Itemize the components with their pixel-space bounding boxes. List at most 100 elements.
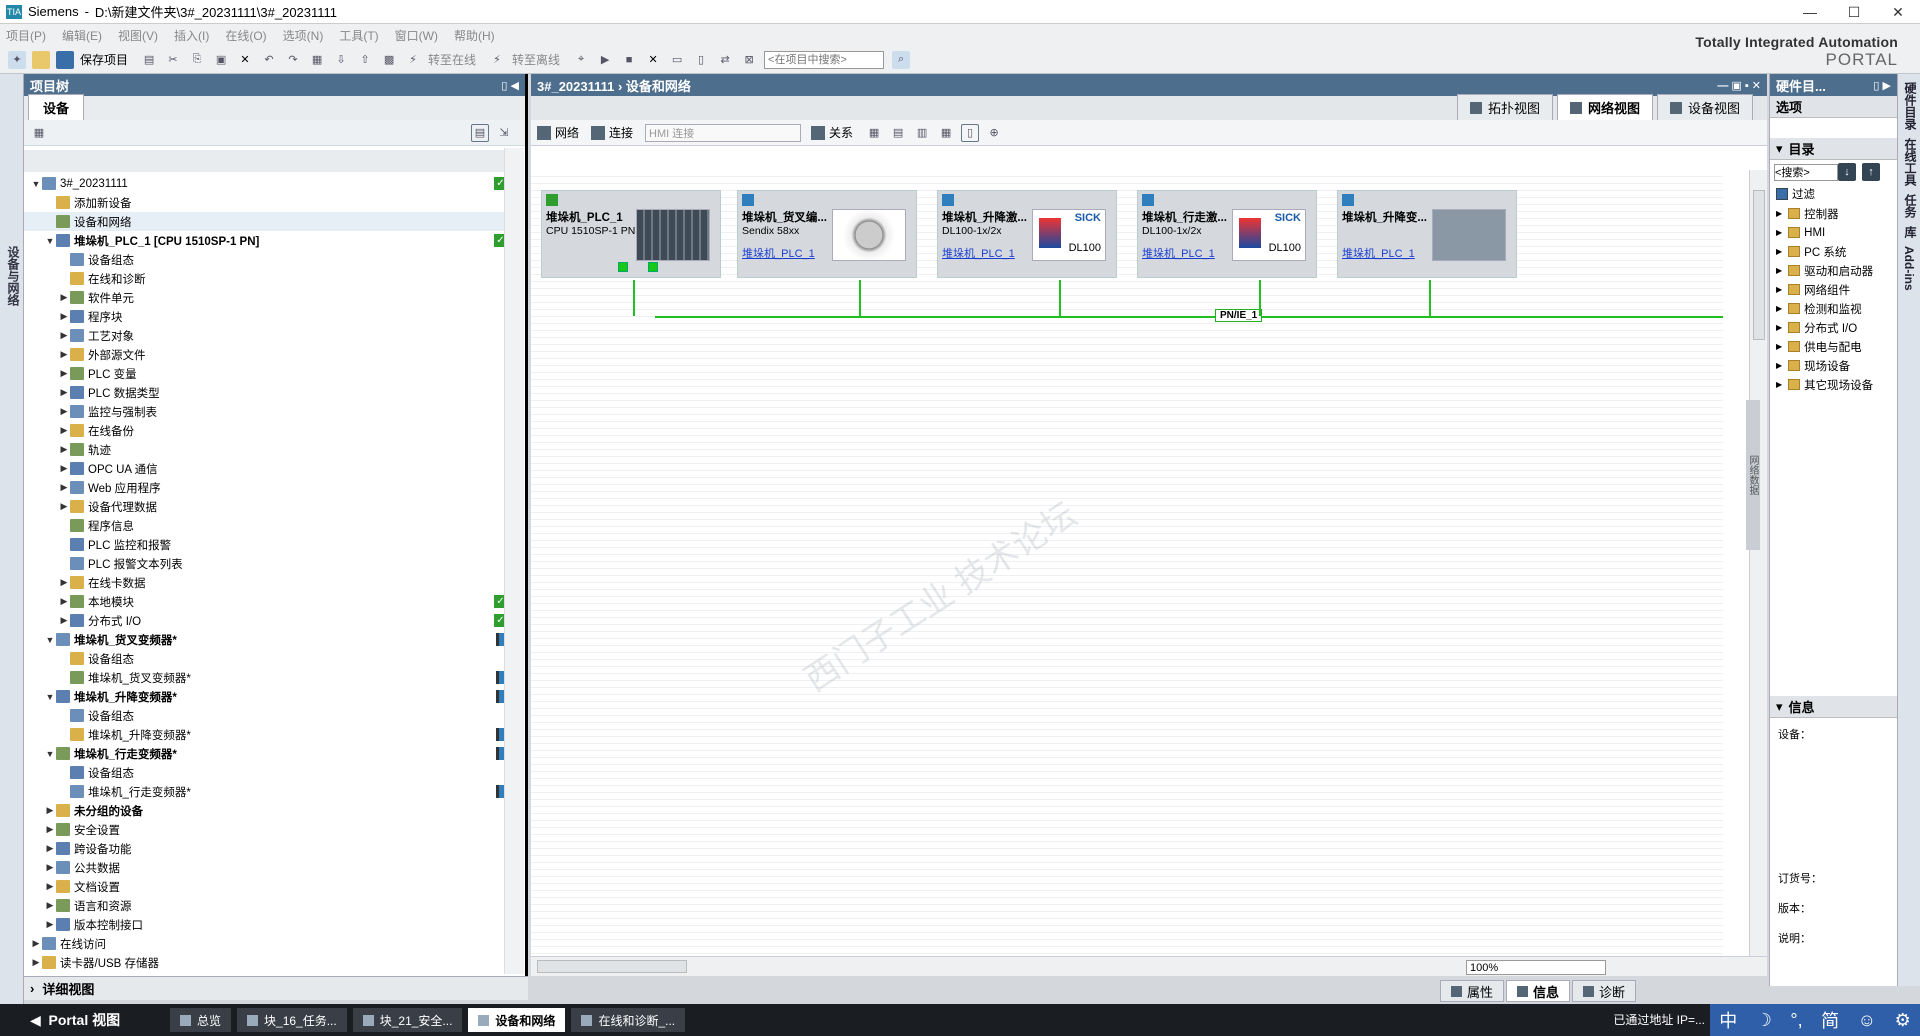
tree-item[interactable]: 堆垛机_升降变频器* — [24, 725, 504, 744]
go-online-icon[interactable]: ⚡ — [404, 51, 422, 69]
catalog-folder[interactable]: ▶ 控制器 — [1770, 204, 1897, 223]
catalog-folder[interactable]: ▶ PC 系统 — [1770, 242, 1897, 261]
network-mode-button[interactable]: 网络 — [537, 124, 579, 141]
tree-item[interactable]: ▶ 程序块 — [24, 307, 524, 326]
catalog-folder[interactable]: ▶ 驱动和启动器 — [1770, 261, 1897, 280]
info-section-header[interactable]: ▾ 信息 — [1770, 696, 1897, 718]
canvas-horizontal-scrollbar[interactable] — [537, 960, 687, 973]
tree-item[interactable]: ▶ 读卡器/USB 存储器 — [24, 953, 504, 972]
collapsed-arrow-icon[interactable]: ▶ — [58, 292, 70, 303]
task-card-tab[interactable]: 任务 — [1902, 194, 1919, 218]
collapsed-arrow-icon[interactable]: ▶ — [58, 501, 70, 512]
collapsed-arrow-icon[interactable]: ▶ — [1776, 285, 1782, 294]
collapsed-arrow-icon[interactable]: ▶ — [58, 596, 70, 607]
editor-window-controls[interactable]: — ▣ ▪ ✕ — [1717, 79, 1761, 92]
expanded-arrow-icon[interactable]: ▼ — [44, 749, 56, 759]
paste-icon[interactable]: ▣ — [212, 51, 230, 69]
search-up-icon[interactable]: ↑ — [1862, 163, 1880, 181]
menu-item-8[interactable]: 帮助(H) — [454, 27, 495, 44]
tab-devices[interactable]: 设备 — [28, 94, 85, 120]
tree-item[interactable]: ▶ 本地模块 ✓ — [24, 592, 507, 611]
moon-icon[interactable]: ☽ — [1756, 1010, 1772, 1031]
collapsed-arrow-icon[interactable]: ▶ — [30, 938, 42, 949]
ime-simplified[interactable]: 简 — [1821, 1007, 1839, 1033]
collapsed-arrow-icon[interactable]: ▶ — [30, 957, 42, 968]
tree-item[interactable]: 堆垛机_行走变频器* — [24, 782, 504, 801]
tree-item[interactable]: ▼ 堆垛机_PLC_1 [CPU 1510SP-1 PN] ✓ — [24, 231, 524, 250]
collapsed-arrow-icon[interactable]: ▶ — [1776, 266, 1782, 275]
collapsed-arrow-icon[interactable]: ▶ — [1776, 247, 1782, 256]
collapsed-arrow-icon[interactable]: ▶ — [44, 824, 56, 835]
tree-item[interactable]: ▶ 在线卡数据 — [24, 573, 504, 592]
tree-item[interactable]: ▶ 设备代理数据 — [24, 497, 504, 516]
tree-item[interactable]: ▶ Web 应用程序 — [24, 478, 504, 497]
relations-button[interactable]: 关系 — [811, 124, 853, 141]
cut-icon[interactable]: ✂ — [164, 51, 182, 69]
overview-icon[interactable]: ▯ — [961, 123, 980, 142]
simulation-icon[interactable]: ▩ — [380, 51, 398, 69]
inspector-tab[interactable]: 信息 — [1506, 980, 1571, 1002]
collapsed-arrow-icon[interactable]: ▶ — [1776, 304, 1782, 313]
stop-cpu-icon[interactable]: ■ — [620, 51, 638, 69]
inspector-tab[interactable]: 属性 — [1440, 980, 1505, 1002]
tree-item[interactable]: ▶ 文档设置 — [24, 877, 504, 896]
collapse-panel-icon[interactable]: ▯ ◀ — [501, 79, 519, 92]
tree-item[interactable]: 程序信息 — [24, 516, 504, 535]
compare-icon[interactable]: ⇄ — [716, 51, 734, 69]
tree-item[interactable]: 设备组态 — [24, 250, 504, 269]
highlight-icon[interactable]: ▤ — [889, 124, 907, 142]
punctuation-icon[interactable]: °, — [1790, 1010, 1802, 1031]
menu-item-4[interactable]: 在线(O) — [225, 27, 266, 44]
device-node[interactable]: 堆垛机_PLC_1 CPU 1510SP-1 PN — [541, 190, 721, 278]
collapsed-arrow-icon[interactable]: ▶ — [1776, 323, 1782, 332]
go-offline-button[interactable]: 转至离线 — [512, 51, 560, 68]
collapsed-arrow-icon[interactable]: ▶ — [44, 900, 56, 911]
tree-item[interactable]: ▶ 在线备份 — [24, 421, 504, 440]
expanded-arrow-icon[interactable]: ▼ — [44, 692, 56, 702]
new-project-icon[interactable]: ✦ — [8, 50, 26, 69]
tab-view-2[interactable]: 设备视图 — [1656, 94, 1753, 120]
go-offline-icon[interactable]: ⚡ — [488, 51, 506, 69]
table-icon[interactable]: ▥ — [913, 124, 931, 142]
tab-view-0[interactable]: 拓扑视图 — [1456, 94, 1553, 120]
tree-filter-icon[interactable]: ▦ — [30, 124, 48, 142]
tree-item[interactable]: ▶ 轨迹 — [24, 440, 504, 459]
subnet-label[interactable]: PN/IE_1 — [1215, 309, 1263, 322]
subnet-line[interactable] — [655, 316, 1723, 318]
menu-item-7[interactable]: 窗口(W) — [395, 27, 438, 44]
expanded-arrow-icon[interactable]: ▼ — [44, 635, 56, 645]
taskbar-item[interactable]: 块_21_安全... — [352, 1008, 463, 1032]
canvas-vertical-scrollbar[interactable] — [1749, 170, 1767, 960]
detail-view-bar[interactable]: › 详细视图 — [24, 976, 528, 1000]
collapsed-arrow-icon[interactable]: ▶ — [44, 919, 56, 930]
cross-reference-icon[interactable]: ✕ — [644, 51, 662, 69]
collapsed-arrow-icon[interactable]: ▶ — [58, 577, 70, 588]
taskbar-item[interactable]: 设备和网络 — [468, 1008, 566, 1032]
tree-add-icon[interactable]: ⇲ — [495, 124, 513, 142]
catalog-folder[interactable]: ▶ 检测和监视 — [1770, 299, 1897, 318]
tree-item[interactable]: ▶ 软件单元 — [24, 288, 504, 307]
collapsed-arrow-icon[interactable]: ▶ — [44, 862, 56, 873]
minimize-button[interactable]: — — [1788, 0, 1832, 24]
tree-item[interactable]: ▼ 堆垛机_货叉变频器* — [24, 630, 504, 649]
open-project-icon[interactable] — [32, 50, 50, 69]
go-online-button[interactable]: 转至在线 — [428, 51, 476, 68]
taskbar-item[interactable]: 在线和诊断_... — [571, 1008, 686, 1032]
collapsed-arrow-icon[interactable]: ▶ — [44, 881, 56, 892]
collapsed-arrow-icon[interactable]: ▶ — [58, 368, 70, 379]
connection-type-select[interactable] — [645, 123, 802, 142]
upload-icon[interactable]: ⇧ — [356, 51, 374, 69]
taskbar-item[interactable]: 总览 — [170, 1008, 232, 1032]
save-project-button[interactable]: 保存项目 — [80, 51, 128, 68]
table-view-icon[interactable]: ▤ — [471, 123, 489, 142]
accessible-devices-icon[interactable]: ⌖ — [572, 51, 590, 69]
copy-icon[interactable]: ⎘ — [188, 51, 206, 69]
tree-item[interactable]: 设备组态 — [24, 763, 504, 782]
smiley-icon[interactable]: ☺ — [1858, 1010, 1876, 1031]
tree-item[interactable]: 设备组态 — [24, 649, 504, 668]
print-icon[interactable]: ▤ — [140, 51, 158, 69]
menu-item-3[interactable]: 插入(I) — [174, 27, 209, 44]
tree-item[interactable]: ▶ PLC 变量 — [24, 364, 524, 383]
compile-icon[interactable]: ▦ — [308, 51, 326, 69]
collapsed-arrow-icon[interactable]: ▶ — [1776, 209, 1782, 218]
